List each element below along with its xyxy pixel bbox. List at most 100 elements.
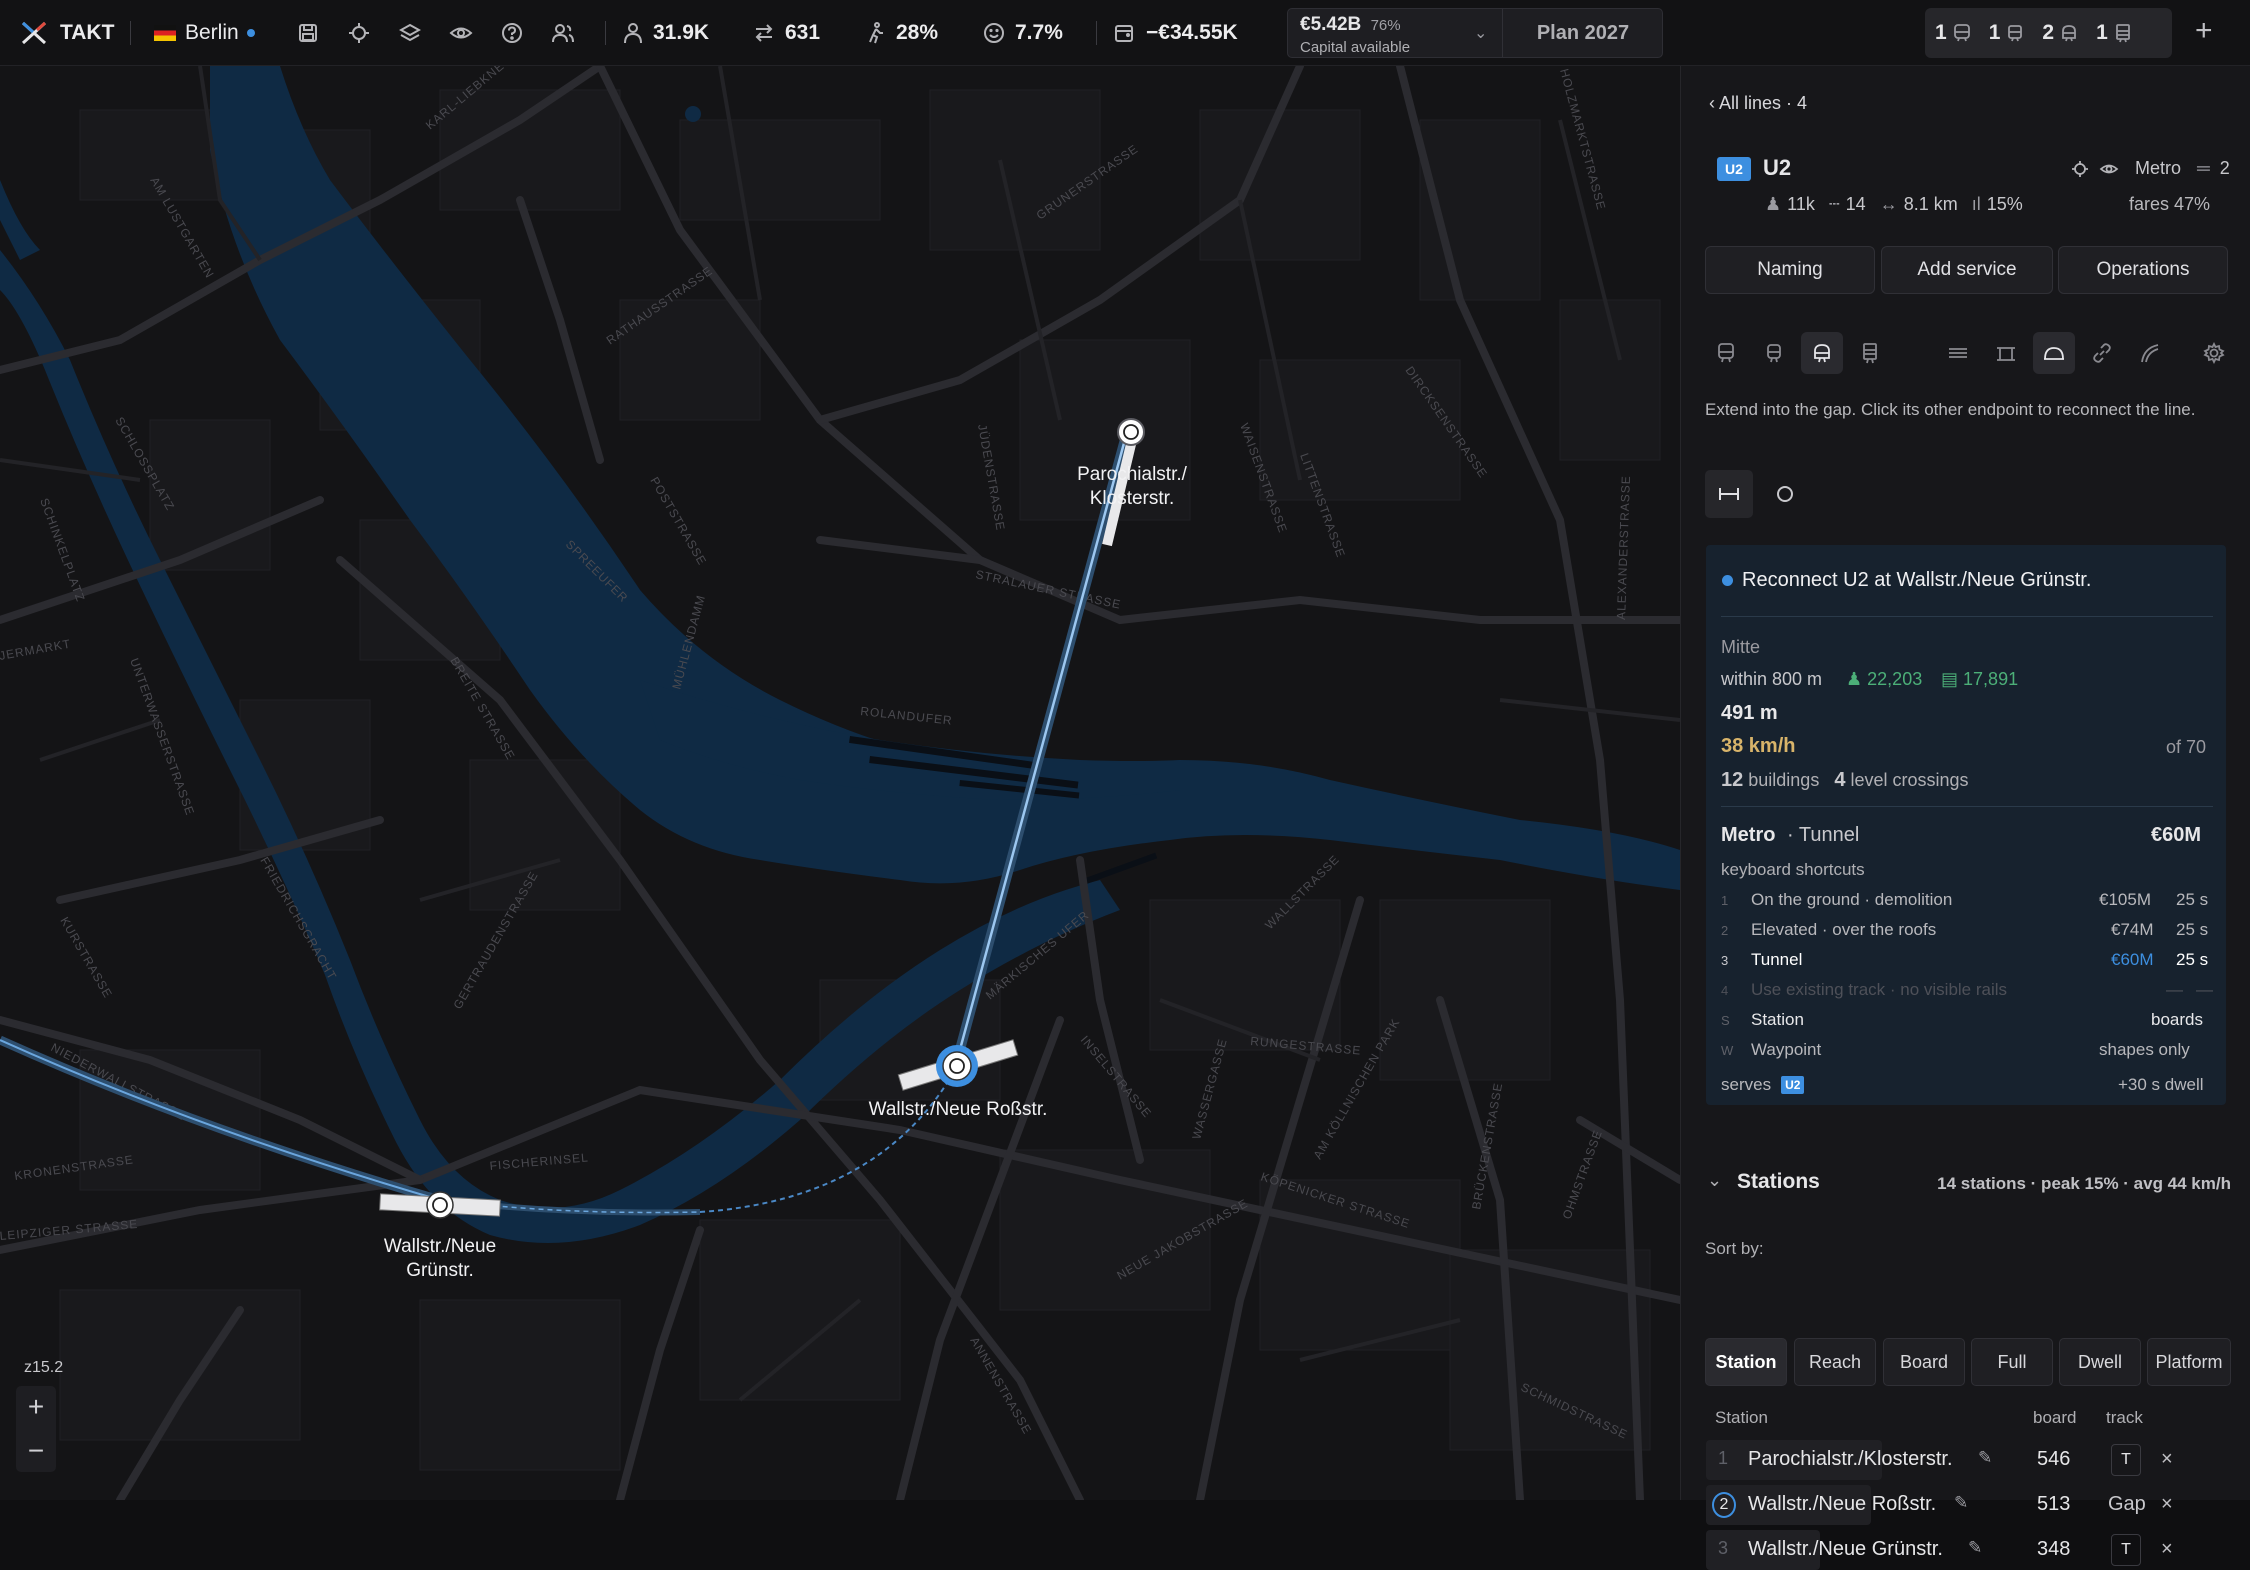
transfers-stat[interactable]: 631 bbox=[753, 21, 820, 45]
train-mode-icon[interactable] bbox=[1849, 332, 1891, 374]
extend-endpoint-icon[interactable] bbox=[1705, 470, 1753, 518]
eye-icon[interactable] bbox=[449, 21, 473, 45]
metro-mode-icon[interactable] bbox=[1801, 332, 1843, 374]
stations-title[interactable]: Stations bbox=[1737, 1170, 1820, 1194]
shortcut-elevated[interactable]: 2 Elevated · over the roofs €74M 25 s bbox=[1721, 920, 2213, 944]
takt-logo-icon bbox=[21, 21, 47, 45]
station-row[interactable]: 1 Parochialstr./Klosterstr. ✎ 546 T × bbox=[1706, 1440, 2231, 1480]
station-label: Parochialstr./ bbox=[1077, 464, 1188, 485]
add-icon[interactable]: + bbox=[2195, 14, 2213, 48]
layers-icon[interactable] bbox=[398, 21, 422, 45]
line-name[interactable]: U2 bbox=[1763, 155, 1791, 181]
operations-button[interactable]: Operations bbox=[2058, 246, 2228, 294]
collapse-chevron-icon[interactable]: ⌄ bbox=[1707, 1170, 1722, 1191]
track-type-label[interactable]: Gap bbox=[2108, 1493, 2146, 1516]
station-row[interactable]: 2 Wallstr./Neue Roßstr. ✎ 513 Gap × bbox=[1706, 1485, 2231, 1525]
sort-reach-button[interactable]: Reach bbox=[1794, 1338, 1876, 1386]
population-stat[interactable]: 31.9K bbox=[623, 21, 709, 45]
plan-button[interactable]: Plan 2027 bbox=[1503, 9, 1663, 57]
dwell-time: +30 s dwell bbox=[2118, 1075, 2204, 1094]
station-name: Wallstr./Neue Roßstr. bbox=[1748, 1493, 1937, 1515]
sort-board-button[interactable]: Board bbox=[1883, 1338, 1965, 1386]
smiley-icon bbox=[984, 23, 1004, 43]
map-canvas[interactable]: KARL-LIEBKNECHT AM LUSTGARTEN RATHAUSSTR… bbox=[0, 66, 1680, 1500]
line-count: 2 bbox=[2219, 158, 2230, 178]
remove-icon[interactable]: × bbox=[2161, 1448, 2173, 1471]
ground-track-icon[interactable] bbox=[1937, 332, 1979, 374]
all-lines-link[interactable]: ‹ All lines · 4 bbox=[1709, 93, 1807, 114]
sort-dwell-button[interactable]: Dwell bbox=[2059, 1338, 2141, 1386]
track-type-button[interactable]: T bbox=[2111, 1534, 2141, 1566]
tram-icon bbox=[2008, 25, 2023, 42]
length-icon: ↔ bbox=[1879, 194, 1898, 214]
sort-platform-button[interactable]: Platform bbox=[2147, 1338, 2231, 1386]
catchment-jobs: ▤ 17,891 bbox=[1941, 669, 2019, 689]
sort-label: Sort by: bbox=[1705, 1239, 1764, 1258]
balance-stat[interactable]: −€34.55K bbox=[1114, 21, 1238, 45]
shortcut-time: 25 s bbox=[2176, 890, 2209, 909]
shortcut-station[interactable]: S Station boards bbox=[1721, 1010, 2213, 1034]
shortcut-waypoint[interactable]: W Waypoint shapes only bbox=[1721, 1040, 2213, 1064]
track-type-button[interactable]: T bbox=[2111, 1444, 2141, 1476]
people-icon[interactable] bbox=[551, 21, 575, 45]
tram-mode-icon[interactable] bbox=[1753, 332, 1795, 374]
remove-icon[interactable]: × bbox=[2161, 1538, 2173, 1561]
metro-count: 2 bbox=[2042, 21, 2055, 44]
curve-icon[interactable] bbox=[2129, 332, 2171, 374]
shortcut-ground[interactable]: 1 On the ground · demolition €105M 25 s bbox=[1721, 890, 2213, 914]
vehicle-counts[interactable]: 1 1 2 1 bbox=[1925, 8, 2172, 58]
station-row[interactable]: 3 Wallstr./Neue Grünstr. ✎ 348 T × bbox=[1706, 1530, 2231, 1570]
add-service-button[interactable]: Add service bbox=[1881, 246, 2053, 294]
shortcut-key: S bbox=[1721, 1013, 1730, 1028]
help-icon[interactable] bbox=[500, 21, 524, 45]
zoom-out-icon[interactable]: − bbox=[16, 1430, 56, 1472]
shortcut-key: W bbox=[1721, 1043, 1734, 1058]
link-icon[interactable] bbox=[2081, 332, 2123, 374]
tunnel-track-icon[interactable] bbox=[2033, 332, 2075, 374]
bus-icon bbox=[1953, 24, 1970, 42]
shortcut-label: Waypoint bbox=[1751, 1040, 1822, 1059]
col-station-header: Station bbox=[1715, 1408, 1768, 1427]
capital-dropdown[interactable]: €5.42B 76% Capital available ⌄ Plan 2027 bbox=[1287, 8, 1663, 58]
edit-pencil-icon[interactable]: ✎ bbox=[1968, 1538, 1982, 1558]
shortcut-existing: 4 Use existing track · no visible rails … bbox=[1721, 980, 2213, 1004]
edit-pencil-icon[interactable]: ✎ bbox=[1978, 1448, 1992, 1468]
zoom-in-icon[interactable]: + bbox=[16, 1386, 56, 1428]
shortcut-key: 4 bbox=[1721, 983, 1729, 998]
save-icon[interactable] bbox=[296, 21, 320, 45]
line-panel: ‹ All lines · 4 U2 U2 Metro ═ 2 ♟ 11k ┄ 14… bbox=[1680, 66, 2250, 1570]
mode-sub: · Tunnel bbox=[1787, 824, 1860, 846]
bus-mode-icon[interactable] bbox=[1705, 332, 1747, 374]
station-name: Wallstr./Neue Grünstr. bbox=[1748, 1538, 1943, 1560]
hint-text: Extend into the gap. Click its other end… bbox=[1705, 400, 2196, 419]
length-value: 8.1 km bbox=[1903, 194, 1958, 214]
settings-icon[interactable] bbox=[2193, 332, 2235, 374]
locate-icon[interactable] bbox=[2071, 160, 2089, 178]
loop-icon[interactable] bbox=[1761, 470, 1809, 518]
eye-icon[interactable] bbox=[2099, 160, 2119, 178]
satisfaction-stat[interactable]: 7.7% bbox=[983, 21, 1063, 45]
chevron-down-icon: ⌄ bbox=[1474, 25, 1488, 42]
naming-button[interactable]: Naming bbox=[1705, 246, 1875, 294]
map-view[interactable]: KARL-LIEBKNECHT AM LUSTGARTEN RATHAUSSTR… bbox=[0, 66, 1680, 1500]
city-selector[interactable]: Berlin bbox=[154, 21, 255, 45]
station-label: Wallstr./Neue bbox=[384, 1236, 496, 1257]
shortcut-tunnel[interactable]: 3 Tunnel €60M 25 s bbox=[1721, 950, 2213, 974]
locate-icon[interactable] bbox=[347, 21, 371, 45]
catchment-label: within 800 m bbox=[1721, 669, 1823, 689]
shortcut-key: 3 bbox=[1721, 953, 1729, 968]
sort-full-button[interactable]: Full bbox=[1971, 1338, 2053, 1386]
stations-value: 14 bbox=[1845, 194, 1866, 214]
edit-pencil-icon[interactable]: ✎ bbox=[1954, 1493, 1968, 1513]
elevated-track-icon[interactable] bbox=[1985, 332, 2027, 374]
top-bar: TAKT Berlin 31.9K 631 28% 7.7% −€34.55K … bbox=[0, 0, 2250, 66]
sort-station-button[interactable]: Station bbox=[1705, 1338, 1787, 1386]
shortcut-label: Station bbox=[1751, 1010, 1804, 1029]
row-number: 2 bbox=[1712, 1492, 1736, 1518]
person-icon bbox=[624, 23, 642, 44]
remove-icon[interactable]: × bbox=[2161, 1493, 2173, 1516]
app-logo[interactable]: TAKT bbox=[20, 20, 114, 46]
walk-stat[interactable]: 28% bbox=[866, 21, 938, 45]
station-name: Parochialstr./Klosterstr. bbox=[1748, 1448, 1953, 1470]
serves-line-badge: U2 bbox=[1781, 1076, 1805, 1094]
